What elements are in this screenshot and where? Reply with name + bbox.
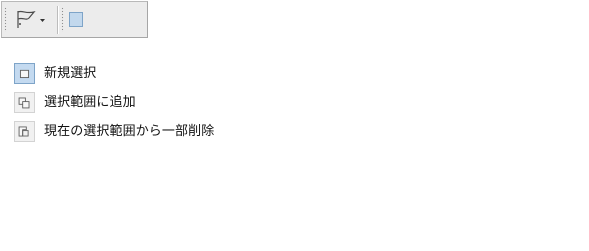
caret-down-icon <box>40 19 45 22</box>
new-selection-icon <box>19 69 30 78</box>
new-selection-mode-button[interactable] <box>69 12 83 27</box>
add-to-selection-mode-button[interactable] <box>85 12 99 27</box>
new-selection-legend-icon <box>14 62 35 84</box>
legend-item-add-to-selection: 選択範囲に追加 <box>14 91 136 113</box>
legend-item-new-selection: 新規選択 <box>14 62 96 84</box>
add-to-selection-icon <box>18 97 30 108</box>
subtract-from-selection-icon <box>18 126 29 136</box>
legend-item-subtract-from-selection: 現在の選択範囲から一部削除 <box>14 120 214 142</box>
add-to-selection-legend-icon <box>14 91 35 113</box>
selection-options-toolbar <box>1 1 148 38</box>
subtract-from-selection-legend-icon <box>14 120 35 142</box>
tool-preset-picker-button[interactable] <box>12 7 50 33</box>
toolbar-divider <box>57 6 58 34</box>
mode-group-grip[interactable] <box>61 7 64 32</box>
legend-label-subtract-from-selection: 現在の選択範囲から一部削除 <box>44 123 215 139</box>
legend-label-new-selection: 新規選択 <box>44 65 97 81</box>
legend-label-add-to-selection: 選択範囲に追加 <box>44 94 136 110</box>
intersect-selection-mode-button[interactable] <box>118 12 132 27</box>
flag-selection-tool-icon <box>17 10 36 28</box>
subtract-from-selection-mode-button[interactable] <box>101 12 115 27</box>
toolbar-grip-handle[interactable] <box>4 7 7 32</box>
tool-preset-icon-graphic <box>17 10 45 28</box>
page: { "toolbar": { "tool_preset_icon": "flag… <box>0 0 589 251</box>
